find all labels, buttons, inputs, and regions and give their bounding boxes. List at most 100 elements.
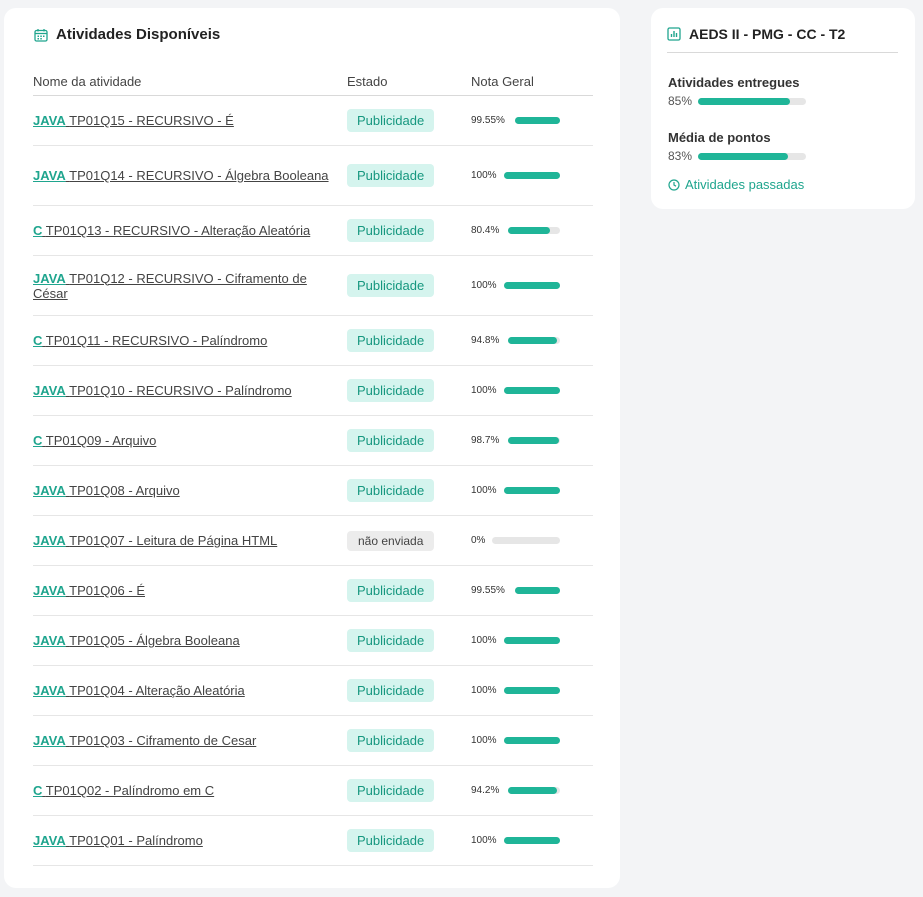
activity-name-cell: JAVA TP01Q01 - Palíndromo xyxy=(33,833,331,848)
activity-name-cell: JAVA TP01Q14 - RECURSIVO - Álgebra Boole… xyxy=(33,168,331,183)
grade-percent: 100% xyxy=(471,485,497,496)
status-badge: Publicidade xyxy=(347,164,435,187)
table-row: JAVA TP01Q07 - Leitura de Página HTML não… xyxy=(33,516,593,566)
activities-table-body: JAVA TP01Q15 - RECURSIVO - É Publicidade 9… xyxy=(33,96,593,866)
course-header: AEDS II - PMG - CC - T2 xyxy=(667,26,845,42)
status-badge: Publicidade xyxy=(347,109,435,132)
grade-cell: 100% xyxy=(471,170,560,181)
activity-name: TP01Q06 - É xyxy=(69,583,146,598)
activity-name-cell: JAVA TP01Q12 - RECURSIVO - Ciframento de… xyxy=(33,271,331,301)
grade-progress-bar xyxy=(515,117,560,124)
grade-cell: 100% xyxy=(471,635,560,646)
table-row: C TP01Q13 - RECURSIVO - Alteração Aleató… xyxy=(33,206,593,256)
activity-link[interactable]: JAVA TP01Q04 - Alteração Aleatória xyxy=(33,683,245,698)
status-badge: Publicidade xyxy=(347,479,435,502)
status-cell: Publicidade xyxy=(347,109,435,132)
column-header-nota: Nota Geral xyxy=(471,74,534,89)
column-header-name: Nome da atividade xyxy=(33,74,142,89)
grade-cell: 100% xyxy=(471,485,560,496)
activity-name-cell: C TP01Q11 - RECURSIVO - Palíndromo xyxy=(33,333,331,348)
page-title: Atividades Disponíveis xyxy=(56,26,221,43)
grade-cell: 100% xyxy=(471,735,560,746)
activity-name: TP01Q13 - RECURSIVO - Alteração Aleatóri… xyxy=(45,223,311,238)
language-tag: C xyxy=(33,223,43,238)
activity-name: TP01Q01 - Palíndromo xyxy=(69,833,203,848)
status-cell: Publicidade xyxy=(347,379,435,402)
grade-percent: 94.8% xyxy=(471,335,500,346)
delivered-progress-fill xyxy=(698,97,790,105)
language-tag: C xyxy=(33,433,43,448)
activity-link[interactable]: C TP01Q02 - Palíndromo em C xyxy=(33,783,214,798)
bar-chart-icon xyxy=(667,27,681,41)
grade-progress-bar xyxy=(504,282,560,289)
table-row: JAVA TP01Q08 - Arquivo Publicidade 100% xyxy=(33,466,593,516)
activity-link[interactable]: JAVA TP01Q05 - Álgebra Booleana xyxy=(33,633,240,648)
activity-name: TP01Q15 - RECURSIVO - É xyxy=(69,113,234,128)
grade-progress-fill xyxy=(515,587,560,594)
grade-percent: 100% xyxy=(471,835,497,846)
grade-cell: 100% xyxy=(471,835,560,846)
status-cell: Publicidade xyxy=(347,579,435,602)
language-tag: C xyxy=(33,783,43,798)
grade-progress-bar xyxy=(508,437,560,444)
table-row: JAVA TP01Q03 - Ciframento de Cesar Public… xyxy=(33,716,593,766)
grade-percent: 0% xyxy=(471,535,486,546)
activity-name-cell: C TP01Q13 - RECURSIVO - Alteração Aleató… xyxy=(33,223,331,238)
activity-link[interactable]: C TP01Q13 - RECURSIVO - Alteração Aleató… xyxy=(33,223,310,238)
activity-link[interactable]: JAVA TP01Q10 - RECURSIVO - Palíndromo xyxy=(33,383,292,398)
activities-header: Atividades Disponíveis xyxy=(34,26,220,43)
grade-progress-fill xyxy=(508,227,550,234)
status-cell: Publicidade xyxy=(347,729,435,752)
grade-progress-fill xyxy=(508,437,560,444)
status-cell: Publicidade xyxy=(347,479,435,502)
table-header: Nome da atividade Estado Nota Geral xyxy=(33,74,593,96)
past-activities-link[interactable]: Atividades passadas xyxy=(668,177,804,192)
table-row: JAVA TP01Q06 - É Publicidade 99.55% xyxy=(33,566,593,616)
table-row: JAVA TP01Q10 - RECURSIVO - Palíndromo Pub… xyxy=(33,366,593,416)
grade-percent: 80.4% xyxy=(471,225,500,236)
activity-link[interactable]: C TP01Q09 - Arquivo xyxy=(33,433,156,448)
grade-progress-bar xyxy=(508,337,560,344)
activity-link[interactable]: C TP01Q11 - RECURSIVO - Palíndromo xyxy=(33,333,267,348)
language-tag: JAVA xyxy=(33,633,66,648)
activity-link[interactable]: JAVA TP01Q14 - RECURSIVO - Álgebra Boole… xyxy=(33,168,329,183)
grade-progress-bar xyxy=(504,837,560,844)
language-tag: JAVA xyxy=(33,683,66,698)
delivered-stat: Atividades entregues 85% xyxy=(668,75,868,108)
activity-name-cell: JAVA TP01Q03 - Ciframento de Cesar xyxy=(33,733,331,748)
grade-percent: 99.55% xyxy=(471,115,505,126)
grade-progress-bar xyxy=(504,737,560,744)
activity-link[interactable]: JAVA TP01Q12 - RECURSIVO - Ciframento de… xyxy=(33,271,307,301)
table-row: JAVA TP01Q15 - RECURSIVO - É Publicidade 9… xyxy=(33,96,593,146)
activity-link[interactable]: JAVA TP01Q06 - É xyxy=(33,583,145,598)
status-badge: Publicidade xyxy=(347,274,435,297)
activity-name-cell: C TP01Q09 - Arquivo xyxy=(33,433,331,448)
activity-link[interactable]: JAVA TP01Q15 - RECURSIVO - É xyxy=(33,113,234,128)
grade-progress-bar xyxy=(504,687,560,694)
activity-name-cell: JAVA TP01Q04 - Alteração Aleatória xyxy=(33,683,331,698)
grade-progress-bar xyxy=(504,487,560,494)
grade-percent: 98.7% xyxy=(471,435,500,446)
activity-link[interactable]: JAVA TP01Q03 - Ciframento de Cesar xyxy=(33,733,256,748)
activity-name: TP01Q12 - RECURSIVO - Ciframento de Césa… xyxy=(33,270,307,301)
grade-progress-fill xyxy=(504,487,560,494)
grade-progress-bar xyxy=(504,387,560,394)
grade-percent: 100% xyxy=(471,170,497,181)
status-badge: Publicidade xyxy=(347,729,435,752)
grade-progress-fill xyxy=(515,117,560,124)
grade-cell: 0% xyxy=(471,535,560,546)
activity-name-cell: JAVA TP01Q15 - RECURSIVO - É xyxy=(33,113,331,128)
grade-progress-fill xyxy=(504,172,560,179)
grade-cell: 80.4% xyxy=(471,225,560,236)
activities-card: Atividades Disponíveis Nome da atividade… xyxy=(4,8,620,888)
status-badge: Publicidade xyxy=(347,829,435,852)
activity-link[interactable]: JAVA TP01Q08 - Arquivo xyxy=(33,483,180,498)
status-cell: Publicidade xyxy=(347,779,435,802)
activity-link[interactable]: JAVA TP01Q01 - Palíndromo xyxy=(33,833,203,848)
activity-link[interactable]: JAVA TP01Q07 - Leitura de Página HTML xyxy=(33,533,277,548)
grade-progress-fill xyxy=(504,637,560,644)
clock-icon xyxy=(668,178,680,191)
grade-cell: 94.8% xyxy=(471,335,560,346)
activity-name: TP01Q09 - Arquivo xyxy=(45,433,157,448)
activity-name-cell: JAVA TP01Q06 - É xyxy=(33,583,331,598)
